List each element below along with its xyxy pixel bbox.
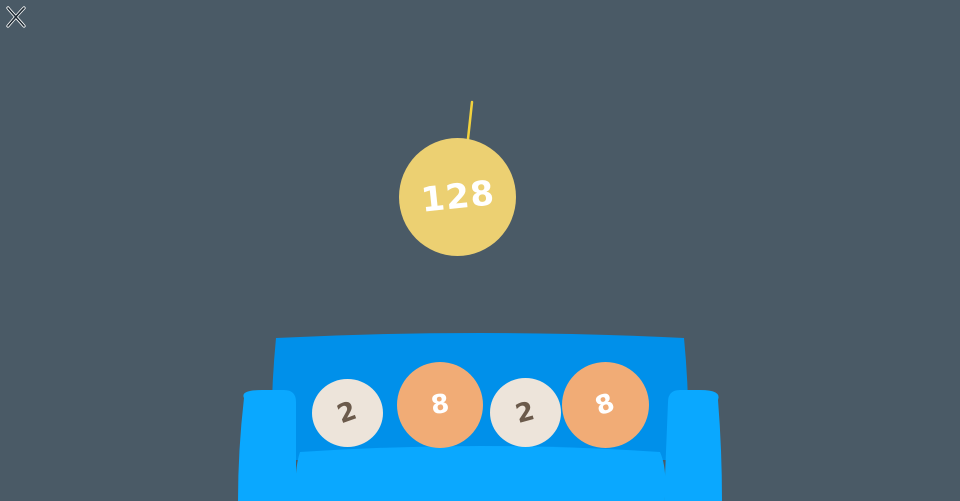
game-stage[interactable]: 128 2 8 2 8 [0, 0, 960, 501]
couch-ball-value: 2 [333, 395, 362, 431]
couch [238, 333, 722, 501]
couch-ball-value: 8 [428, 388, 452, 422]
couch-ball-value: 8 [591, 387, 620, 423]
couch-ball-value: 2 [512, 395, 539, 430]
couch-ball-8[interactable]: 8 [397, 362, 483, 448]
couch-ball-2[interactable]: 2 [312, 379, 383, 447]
couch-ball-8[interactable]: 8 [562, 362, 649, 448]
couch-ball-2[interactable]: 2 [490, 378, 561, 447]
